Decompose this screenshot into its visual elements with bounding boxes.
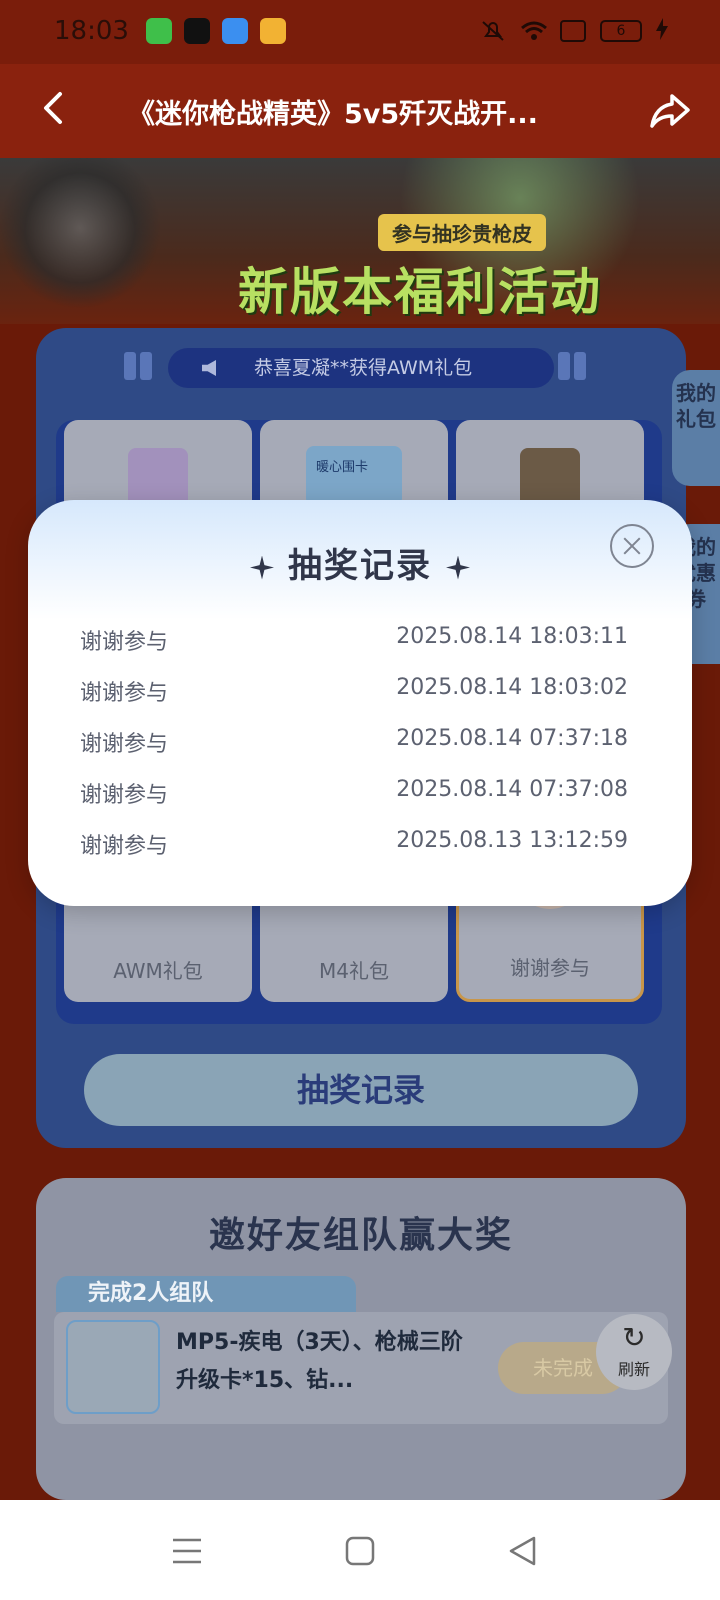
back-arrow-icon	[44, 92, 62, 124]
record-time: 2025.08.14 07:37:18	[396, 726, 628, 751]
mp5-gun-image	[66, 1320, 160, 1414]
record-time: 2025.08.13 13:12:59	[396, 828, 628, 853]
refresh-label: 刷新	[617, 1360, 650, 1379]
wallet-app-icon	[260, 18, 286, 44]
refresh-button[interactable]: ↻ 刷新	[596, 1314, 672, 1390]
notice-decoration-left	[124, 352, 136, 380]
status-bar: 18:03 6	[0, 0, 720, 64]
task-reward-text: MP5-疾电（3天）、枪械三阶升级卡*15、钻...	[176, 1330, 463, 1393]
menu-icon	[173, 1538, 201, 1564]
page-title: 《迷你枪战精英》5v5歼灭战开...	[128, 99, 538, 130]
event-banner: 参与抽珍贵枪皮 新版本福利活动	[0, 158, 720, 324]
record-row: 谢谢参与 2025.08.13 13:12:59	[28, 828, 692, 868]
sparkle-icon	[446, 555, 470, 580]
notice-decoration-left	[140, 352, 152, 380]
battery-icon: 6	[600, 20, 642, 42]
record-time: 2025.08.14 07:37:08	[396, 777, 628, 802]
notice-decoration-right	[574, 352, 586, 380]
home-square-icon	[345, 1536, 375, 1566]
charging-icon	[656, 18, 668, 44]
share-icon	[650, 94, 690, 128]
record-row: 谢谢参与 2025.08.14 07:37:18	[28, 726, 692, 766]
home-button[interactable]	[343, 1534, 377, 1568]
back-nav-button[interactable]	[506, 1534, 540, 1568]
title-bar: 《迷你枪战精英》5v5歼灭战开...	[0, 64, 720, 158]
mute-icon	[480, 20, 506, 42]
prize-card-text: 暖心围卡	[316, 460, 369, 475]
record-prize: 谢谢参与	[80, 630, 169, 655]
files-app-icon	[222, 18, 248, 44]
team-task-tag: 完成2人组队	[56, 1276, 356, 1312]
notice-text: 恭喜夏凝**获得AWM礼包	[254, 357, 473, 379]
banner-subtitle: 参与抽珍贵枪皮	[378, 214, 546, 251]
prize-image	[520, 448, 580, 508]
invite-section: 邀好友组队赢大奖 完成2人组队 MP5-疾电（3天）、枪械三阶升级卡*15、钻.…	[36, 1178, 686, 1500]
status-time: 18:03	[54, 16, 129, 46]
record-prize: 谢谢参与	[80, 834, 169, 859]
record-prize: 谢谢参与	[80, 783, 169, 808]
system-icons: 6	[480, 18, 668, 44]
notice-decoration-right	[558, 352, 570, 380]
system-nav-bar	[0, 1500, 720, 1600]
record-prize: 谢谢参与	[80, 732, 169, 757]
notification-icons	[146, 18, 286, 44]
video-app-icon	[184, 18, 210, 44]
draw-record-button[interactable]: 抽奖记录	[84, 1054, 638, 1126]
prize-label: M4礼包	[319, 959, 389, 983]
winner-notice: 恭喜夏凝**获得AWM礼包	[168, 348, 554, 388]
sim-off-icon	[560, 20, 586, 42]
record-time: 2025.08.14 18:03:02	[396, 675, 628, 700]
close-icon[interactable]	[610, 524, 654, 568]
modal-title-row: 抽奖记录	[28, 538, 692, 587]
menu-button[interactable]	[170, 1534, 204, 1568]
sparkle-icon	[250, 555, 274, 580]
record-time: 2025.08.14 18:03:11	[396, 624, 628, 649]
back-button[interactable]	[36, 88, 76, 128]
record-row: 谢谢参与 2025.08.14 07:37:08	[28, 777, 692, 817]
prize-image: 暖心围卡	[306, 446, 402, 506]
record-row: 谢谢参与 2025.08.14 18:03:02	[28, 675, 692, 715]
prize-image	[128, 448, 188, 508]
draw-record-modal: 抽奖记录 谢谢参与 2025.08.14 18:03:11 谢谢参与 2025.…	[28, 500, 692, 906]
share-button[interactable]	[648, 88, 692, 132]
banner-title: 新版本福利活动	[238, 263, 602, 321]
prize-label: 谢谢参与	[510, 956, 590, 980]
modal-title: 抽奖记录	[288, 546, 432, 586]
app-notification-icon	[146, 18, 172, 44]
invite-title: 邀好友组队赢大奖	[208, 1215, 513, 1256]
prize-label: AWM礼包	[113, 959, 203, 983]
record-row: 谢谢参与 2025.08.14 18:03:11	[28, 624, 692, 664]
wifi-icon	[520, 20, 547, 42]
team-task-row: MP5-疾电（3天）、枪械三阶升级卡*15、钻... 未完成	[54, 1312, 668, 1424]
refresh-icon: ↻	[622, 1321, 646, 1354]
record-prize: 谢谢参与	[80, 681, 169, 706]
back-triangle-icon	[509, 1536, 536, 1566]
my-gifts-tab[interactable]: 我的礼包	[672, 370, 720, 486]
speaker-icon	[202, 360, 216, 376]
